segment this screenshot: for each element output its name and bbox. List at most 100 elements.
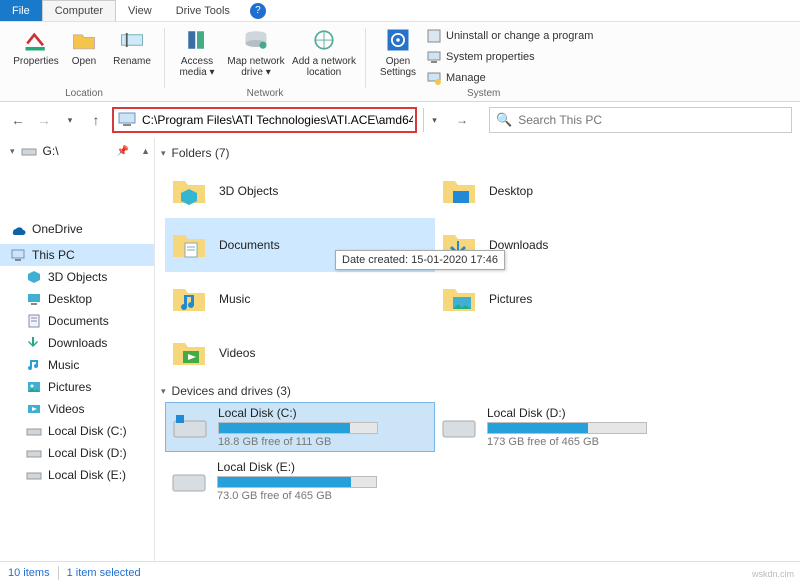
sidebar-item-local-disk-d[interactable]: Local Disk (D:) bbox=[0, 442, 154, 464]
go-refresh-button[interactable]: → bbox=[451, 109, 473, 131]
properties-button[interactable]: Properties bbox=[12, 24, 60, 67]
folder-3d-objects[interactable]: 3D Objects bbox=[165, 164, 435, 218]
uninstall-icon bbox=[426, 28, 442, 44]
3d-objects-icon bbox=[26, 269, 42, 285]
sidebar-item-downloads[interactable]: Downloads bbox=[0, 332, 154, 354]
folder-icon bbox=[439, 171, 479, 211]
sidebar-this-pc[interactable]: This PC bbox=[0, 244, 154, 266]
folders-section-header[interactable]: ▾ Folders (7) bbox=[159, 142, 800, 164]
videos-icon bbox=[26, 401, 42, 417]
back-button[interactable]: ← bbox=[8, 110, 28, 130]
desktop-icon bbox=[26, 291, 42, 307]
tab-view[interactable]: View bbox=[116, 0, 164, 21]
uninstall-program-button[interactable]: Uninstall or change a program bbox=[426, 26, 593, 46]
open-icon bbox=[70, 26, 98, 54]
manage-button[interactable]: Manage bbox=[426, 68, 593, 88]
sidebar-item-videos[interactable]: Videos bbox=[0, 398, 154, 420]
usage-bar bbox=[487, 422, 647, 434]
settings-icon bbox=[384, 26, 412, 54]
access-media-button[interactable]: Access media ▾ bbox=[173, 24, 221, 78]
map-network-drive-button[interactable]: Map network drive ▾ bbox=[225, 24, 287, 78]
sidebar-item-local-disk-c[interactable]: Local Disk (C:) bbox=[0, 420, 154, 442]
folder-pictures[interactable]: Pictures bbox=[435, 272, 705, 326]
address-bar[interactable] bbox=[112, 107, 417, 133]
ribbon-separator bbox=[164, 28, 165, 88]
documents-icon bbox=[26, 313, 42, 329]
address-input[interactable] bbox=[140, 109, 415, 131]
disk-icon bbox=[26, 467, 42, 483]
content-pane: ▾ Folders (7) 3D Objects Desktop Documen… bbox=[155, 138, 800, 561]
status-bar: 10 items 1 item selected bbox=[0, 561, 800, 583]
disk-icon bbox=[26, 445, 42, 461]
open-settings-button[interactable]: Open Settings bbox=[374, 24, 422, 78]
tab-drive-tools[interactable]: Drive Tools bbox=[164, 0, 242, 21]
status-item-count: 10 items bbox=[8, 567, 50, 579]
folder-icon bbox=[439, 279, 479, 319]
tab-file[interactable]: File bbox=[0, 0, 42, 21]
folder-videos[interactable]: Videos bbox=[165, 326, 435, 380]
up-button[interactable]: ↑ bbox=[86, 110, 106, 130]
chevron-down-icon: ▾ bbox=[161, 148, 166, 159]
group-location-label: Location bbox=[65, 88, 103, 101]
disk-icon bbox=[26, 423, 42, 439]
sidebar-item-local-disk-e[interactable]: Local Disk (E:) bbox=[0, 464, 154, 486]
tab-computer[interactable]: Computer bbox=[42, 0, 116, 21]
folder-icon bbox=[169, 171, 209, 211]
os-drive-icon bbox=[170, 407, 210, 447]
navigation-pane: ▾ G:\ 📌 ▲ OneDrive This PC 3D Objects De… bbox=[0, 138, 155, 561]
pictures-icon bbox=[26, 379, 42, 395]
sidebar-item-desktop[interactable]: Desktop bbox=[0, 288, 154, 310]
drive-icon bbox=[169, 461, 209, 501]
drive-icon bbox=[21, 143, 37, 159]
search-input[interactable] bbox=[518, 113, 785, 127]
system-properties-button[interactable]: System properties bbox=[426, 47, 593, 67]
pin-icon: 📌 bbox=[117, 146, 129, 157]
rename-icon bbox=[118, 26, 146, 54]
chevron-down-icon: ▾ bbox=[161, 386, 166, 397]
ribbon: Properties Open Rename Location Access m… bbox=[0, 22, 800, 102]
folder-music[interactable]: Music bbox=[165, 272, 435, 326]
navigation-bar: ← → ▾ ↑ ▾ → 🔍 bbox=[0, 102, 800, 138]
ribbon-separator bbox=[365, 28, 366, 88]
this-pc-icon bbox=[10, 247, 26, 263]
manage-icon bbox=[426, 70, 442, 86]
drive-icon bbox=[439, 407, 479, 447]
usage-bar bbox=[217, 476, 377, 488]
drive-d[interactable]: Local Disk (D:) 173 GB free of 465 GB bbox=[435, 402, 705, 452]
sidebar-item-documents[interactable]: Documents bbox=[0, 310, 154, 332]
chevron-up-icon: ▲ bbox=[141, 146, 150, 156]
rename-button[interactable]: Rename bbox=[108, 24, 156, 67]
this-pc-icon bbox=[116, 109, 138, 131]
properties-icon bbox=[22, 26, 50, 54]
drive-c[interactable]: Local Disk (C:) 18.8 GB free of 111 GB bbox=[165, 402, 435, 452]
forward-button[interactable]: → bbox=[34, 110, 54, 130]
downloads-icon bbox=[26, 335, 42, 351]
map-drive-icon bbox=[242, 26, 270, 54]
search-box[interactable]: 🔍 bbox=[489, 107, 792, 133]
sidebar-gdrive[interactable]: ▾ G:\ 📌 ▲ bbox=[0, 140, 154, 162]
recent-locations-button[interactable]: ▾ bbox=[60, 110, 80, 130]
access-media-icon bbox=[183, 26, 211, 54]
sidebar-item-music[interactable]: Music bbox=[0, 354, 154, 376]
add-location-icon bbox=[310, 26, 338, 54]
add-network-location-button[interactable]: Add a network location bbox=[291, 24, 357, 78]
sidebar-onedrive[interactable]: OneDrive bbox=[0, 218, 154, 240]
onedrive-icon bbox=[10, 221, 26, 237]
drives-section-header[interactable]: ▾ Devices and drives (3) bbox=[159, 380, 800, 402]
folder-icon bbox=[169, 333, 209, 373]
folder-icon bbox=[169, 225, 209, 265]
group-system-label: System bbox=[467, 88, 500, 101]
chevron-down-icon: ▾ bbox=[10, 146, 15, 157]
open-button[interactable]: Open bbox=[64, 24, 104, 67]
sidebar-item-3d-objects[interactable]: 3D Objects bbox=[0, 266, 154, 288]
music-icon bbox=[26, 357, 42, 373]
status-selected-count: 1 item selected bbox=[67, 567, 141, 579]
sidebar-item-pictures[interactable]: Pictures bbox=[0, 376, 154, 398]
system-properties-icon bbox=[426, 49, 442, 65]
drive-e[interactable]: Local Disk (E:) 73.0 GB free of 465 GB bbox=[165, 456, 435, 506]
folder-desktop[interactable]: Desktop bbox=[435, 164, 705, 218]
help-icon[interactable]: ? bbox=[250, 3, 266, 19]
tooltip: Date created: 15-01-2020 17:46 bbox=[335, 250, 505, 270]
address-dropdown[interactable]: ▾ bbox=[423, 108, 445, 132]
search-icon: 🔍 bbox=[496, 112, 512, 128]
